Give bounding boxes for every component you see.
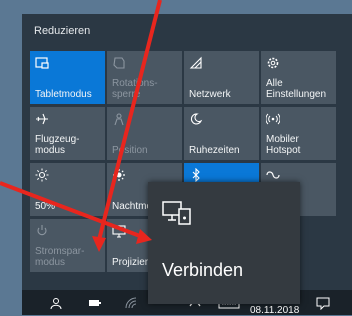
tile-label: Netzwerk [189,89,231,100]
tile-alle-einstellungen[interactable]: Alle Einstellungen [261,51,336,104]
tile-label: Tabletmodus [35,89,92,100]
connect-display-icon [162,201,191,225]
tile-label: Mobiler Hotspot [266,134,301,156]
tile-label: Flugzeug-modus [35,134,80,156]
battery-saver-icon [37,225,47,236]
tile-label: Rotations-sperre [112,78,158,100]
moon-icon [190,113,203,125]
hotspot-icon [266,113,280,125]
connect-label: Verbinden [162,260,244,280]
tile-netzwerk[interactable]: Netzwerk [184,51,259,104]
tile-label: Stromspar-modus [35,246,85,268]
bluetooth-icon [192,168,200,182]
tile-flugzeugmodus[interactable]: Flugzeug-modus [30,107,105,160]
settings-gear-icon [267,57,279,69]
collapse-link[interactable]: Reduzieren [34,25,90,37]
tile-helligkeit[interactable]: 50% [30,163,105,216]
vpn-icon [266,171,280,179]
night-light-icon [113,169,125,181]
tile-label: 50% [35,201,56,212]
tile-tabletmodus[interactable]: Tabletmodus [30,51,105,104]
wifi-icon[interactable] [124,296,138,310]
tile-ruhezeiten[interactable]: Ruhezeiten [184,107,259,160]
connect-flyout[interactable]: Verbinden [148,182,300,304]
taskbar-date[interactable]: 08.11.2018 [250,305,299,316]
tablet-mode-icon [35,57,49,69]
tile-label: Position [112,145,148,156]
battery-icon[interactable] [88,296,102,310]
tile-stromsparmodus[interactable]: Stromspar-modus [30,219,105,272]
tile-rotationssperre[interactable]: Rotations-sperre [107,51,182,104]
people-icon[interactable] [50,296,64,310]
location-icon [114,113,124,126]
rotation-lock-icon [113,57,125,69]
tile-label: Alle Einstellungen [266,78,327,100]
tile-mobiler-hotspot[interactable]: Mobiler Hotspot [261,107,336,160]
network-icon [189,56,202,69]
airplane-icon [36,113,48,125]
notification-icon[interactable] [316,296,330,310]
brightness-icon [35,168,49,182]
tile-position[interactable]: Position [107,107,182,160]
project-icon [112,225,126,238]
tile-label: Ruhezeiten [189,145,240,156]
